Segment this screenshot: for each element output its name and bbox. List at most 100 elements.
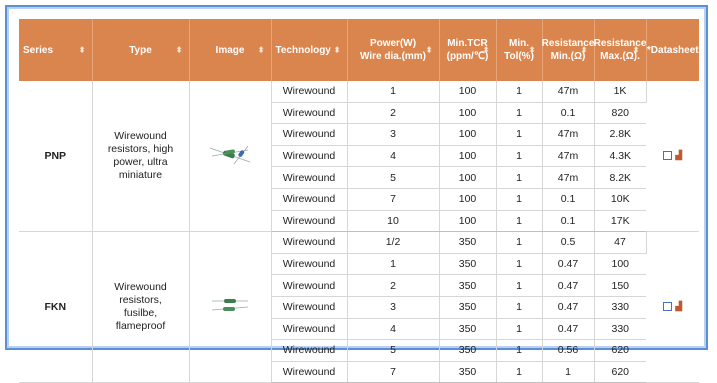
cell-tcr: 350 xyxy=(439,361,497,383)
cell-power: 3 xyxy=(347,123,440,146)
cell-datasheet: ▟ xyxy=(646,231,699,383)
col-header-rmin[interactable]: Resistance Min.(Ω) ⬍ xyxy=(542,19,595,81)
cell-rmax: 620 xyxy=(594,361,646,383)
header-tcr-line1: Min.TCR xyxy=(447,38,488,49)
col-header-series[interactable]: Series ⬍ xyxy=(19,19,93,81)
pdf-checkbox-icon[interactable] xyxy=(663,301,673,311)
cell-tcr: 350 xyxy=(439,296,497,319)
cell-tcr: 350 xyxy=(439,339,497,362)
col-header-technology[interactable]: Technology ⬍ xyxy=(271,19,348,81)
col-header-power[interactable]: Power(W) Wire dia.(mm) ⬍ xyxy=(347,19,440,81)
cell-technology: Wirewound xyxy=(271,318,348,341)
cell-power: 2 xyxy=(347,274,440,297)
cell-rmax: 10K xyxy=(594,188,646,211)
cell-technology: Wirewound xyxy=(271,102,348,125)
cell-tol: 1 xyxy=(496,296,543,319)
sort-icon[interactable]: ⬍ xyxy=(483,44,490,57)
cell-rmin: 0.1 xyxy=(542,188,595,211)
cell-series: PNP xyxy=(19,81,93,233)
col-header-image[interactable]: Image ⬍ xyxy=(189,19,272,81)
col-header-type[interactable]: Type ⬍ xyxy=(92,19,190,81)
cell-rmin: 0.5 xyxy=(542,231,595,254)
resistor-image-icon[interactable] xyxy=(208,145,252,169)
cell-rmin: 47m xyxy=(542,123,595,146)
cell-power: 2 xyxy=(347,102,440,125)
table-frame: Series ⬍ Type ⬍ Image ⬍ Technology ⬍ Power(W… xyxy=(5,5,708,383)
col-header-tcr[interactable]: Min.TCR (ppm/℃) ⬍ xyxy=(439,19,497,81)
cell-power: 4 xyxy=(347,145,440,168)
chart-icon[interactable]: ▟ xyxy=(675,301,682,312)
header-series-label: Series xyxy=(23,44,54,56)
product-image[interactable] xyxy=(189,231,272,383)
cell-power: 4 xyxy=(347,318,440,341)
cell-rmax: 330 xyxy=(594,296,646,319)
cell-series: FKN xyxy=(19,231,93,383)
sort-icon[interactable]: ⬍ xyxy=(529,44,536,57)
chart-icon[interactable]: ▟ xyxy=(675,150,682,161)
resistor-image-icon[interactable] xyxy=(210,298,250,319)
cell-tcr: 100 xyxy=(439,210,497,233)
cell-rmax: 820 xyxy=(594,102,646,125)
col-header-rmax[interactable]: Resistance Max.(Ω). ⬍ xyxy=(594,19,647,81)
cell-technology: Wirewound xyxy=(271,210,348,233)
cell-power: 7 xyxy=(347,361,440,383)
cell-rmax: 1K xyxy=(594,81,647,103)
cell-power: 7 xyxy=(347,188,440,211)
cell-technology: Wirewound xyxy=(271,123,348,146)
cell-tol: 1 xyxy=(496,274,543,297)
cell-technology: Wirewound xyxy=(271,145,348,168)
cell-rmax: 2.8K xyxy=(594,123,646,146)
cell-tcr: 350 xyxy=(439,318,497,341)
cell-tcr: 100 xyxy=(439,145,497,168)
sort-icon[interactable]: ⬍ xyxy=(176,44,183,57)
cell-technology: Wirewound xyxy=(271,188,348,211)
cell-tcr: 100 xyxy=(439,166,497,189)
cell-type: Wirewound resistors, fusilbe, flameproof xyxy=(92,231,190,383)
cell-tcr: 100 xyxy=(439,123,497,146)
cell-technology: Wirewound xyxy=(271,231,348,254)
cell-tcr: 100 xyxy=(439,188,497,211)
cell-tol: 1 xyxy=(496,81,543,103)
cell-tol: 1 xyxy=(496,318,543,341)
cell-rmin: 0.47 xyxy=(542,274,595,297)
header-power-line2: Wire dia.(mm) xyxy=(359,51,427,62)
cell-rmin: 47m xyxy=(542,81,595,103)
cell-technology: Wirewound xyxy=(271,361,348,383)
col-header-tol[interactable]: Min. Tol(%) ⬍ xyxy=(496,19,543,81)
cell-tol: 1 xyxy=(496,188,543,211)
header-power-line1: Power(W) xyxy=(369,38,417,49)
sort-icon[interactable]: ⬍ xyxy=(334,44,341,57)
cell-rmax: 620 xyxy=(594,339,646,362)
sort-icon[interactable]: ⬍ xyxy=(633,44,640,57)
cell-rmax: 17K xyxy=(594,210,646,233)
cell-tol: 1 xyxy=(496,361,543,383)
pdf-checkbox-icon[interactable] xyxy=(663,150,673,160)
sort-icon[interactable]: ⬍ xyxy=(258,44,265,57)
cell-power: 1/2 xyxy=(347,231,440,254)
cell-tcr: 100 xyxy=(439,102,497,125)
header-type-label: Type xyxy=(129,44,152,56)
type-text: Wirewound resistors, high power, ultra m… xyxy=(107,130,174,182)
sort-icon[interactable]: ⬍ xyxy=(79,44,86,57)
cell-rmax: 330 xyxy=(594,318,646,341)
table-row: PNP Wirewound resistors, high power, ultr… xyxy=(19,81,699,233)
sort-icon[interactable]: ⬍ xyxy=(581,44,588,57)
cell-technology: Wirewound xyxy=(271,296,348,319)
cell-technology: Wirewound xyxy=(271,253,348,276)
sort-icon[interactable]: ⬍ xyxy=(426,44,433,57)
cell-power: 1 xyxy=(347,253,440,276)
cell-rmin: 0.1 xyxy=(542,210,595,233)
cell-technology: Wirewound xyxy=(271,166,348,189)
cell-technology: Wirewound xyxy=(271,81,348,103)
table-row: FKN Wirewound resistors, fusilbe, flamepr… xyxy=(19,231,699,383)
cell-technology: Wirewound xyxy=(271,274,348,297)
cell-datasheet: ▟ xyxy=(646,81,699,233)
cell-tol: 1 xyxy=(496,123,543,146)
cell-tol: 1 xyxy=(496,102,543,125)
product-image[interactable] xyxy=(189,81,272,233)
cell-power: 3 xyxy=(347,296,440,319)
cell-rmax: 100 xyxy=(594,253,646,276)
col-header-datasheet: *Datasheet xyxy=(646,19,699,81)
header-technology-label: Technology xyxy=(275,44,331,56)
header-row: Series ⬍ Type ⬍ Image ⬍ Technology ⬍ Power(W… xyxy=(19,19,699,81)
